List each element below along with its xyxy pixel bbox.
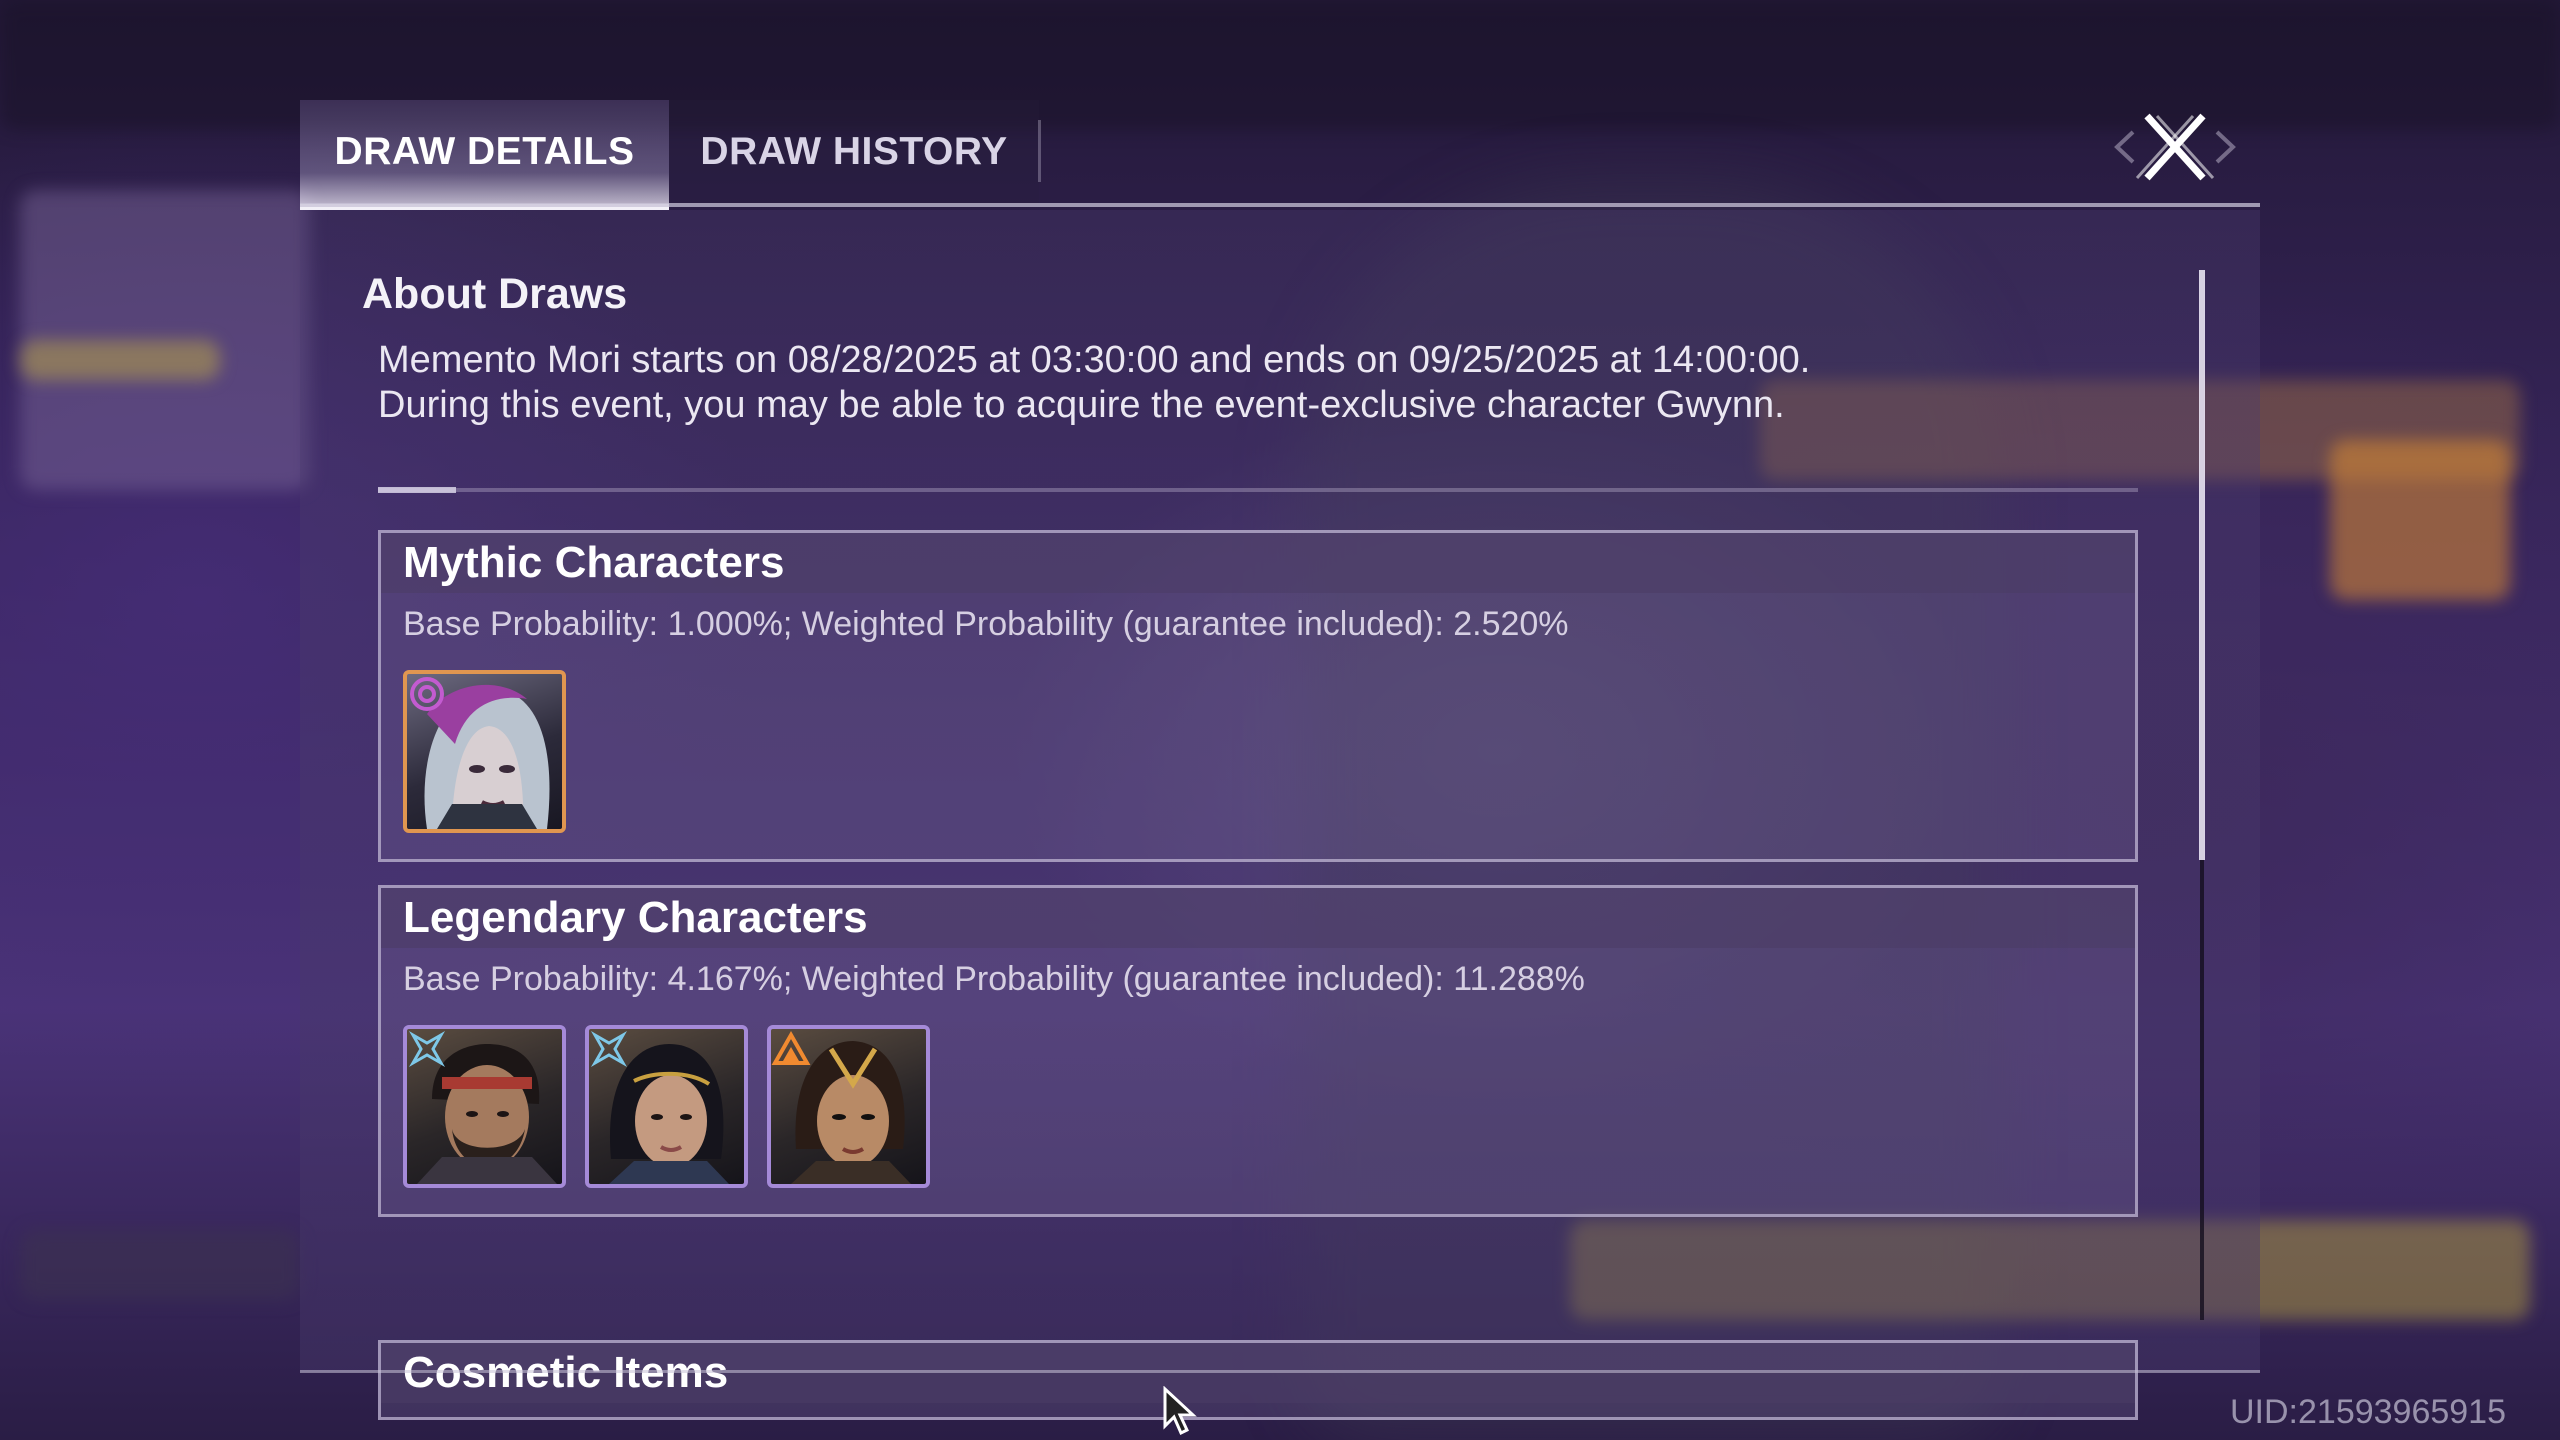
about-draws-text: Memento Mori starts on 08/28/2025 at 03:… (378, 338, 1810, 428)
cross-star-icon (590, 1030, 628, 1068)
section-divider (378, 488, 2138, 492)
section-title: Mythic Characters (381, 533, 2135, 593)
background-left-highlight (20, 340, 220, 380)
mouse-cursor-icon (1163, 1386, 1197, 1436)
scrollbar-thumb[interactable] (2199, 270, 2205, 860)
mythic-characters-section: Mythic Characters Base Probability: 1.00… (378, 530, 2138, 862)
cross-star-icon (408, 1030, 446, 1068)
background-left-bottom (20, 1230, 300, 1300)
legendary-characters-section: Legendary Characters Base Probability: 4… (378, 885, 2138, 1217)
section-probability: Base Probability: 4.167%; Weighted Proba… (403, 960, 1585, 998)
user-id-label: UID:21593965915 (2230, 1393, 2507, 1431)
section-divider-accent (378, 487, 456, 493)
triangle-icon (771, 1030, 811, 1065)
cosmetic-items-section: Cosmetic Items (378, 1340, 2138, 1420)
draw-details-dialog: DRAW DETAILS DRAW HISTORY About Draws Me… (300, 100, 2260, 1420)
about-draws-line-2: During this event, you may be able to ac… (378, 384, 1785, 426)
section-title: Cosmetic Items (381, 1343, 2135, 1403)
draw-details-content: About Draws Memento Mori starts on 08/28… (300, 100, 2260, 1420)
about-draws-line-1: Memento Mori starts on 08/28/2025 at 03:… (378, 339, 1811, 381)
character-portrait[interactable] (403, 1025, 566, 1188)
character-portrait[interactable] (403, 670, 566, 833)
character-portrait[interactable] (585, 1025, 748, 1188)
dialog-bottom-border (300, 1370, 2260, 1373)
section-probability: Base Probability: 1.000%; Weighted Proba… (403, 605, 1569, 643)
character-portrait[interactable] (767, 1025, 930, 1188)
about-draws-title: About Draws (362, 270, 628, 318)
spiral-icon (410, 677, 444, 711)
portrait-row (403, 1025, 2135, 1195)
background-banner-portrait (2330, 440, 2510, 600)
portrait-row (403, 670, 2135, 840)
section-title: Legendary Characters (381, 888, 2135, 948)
